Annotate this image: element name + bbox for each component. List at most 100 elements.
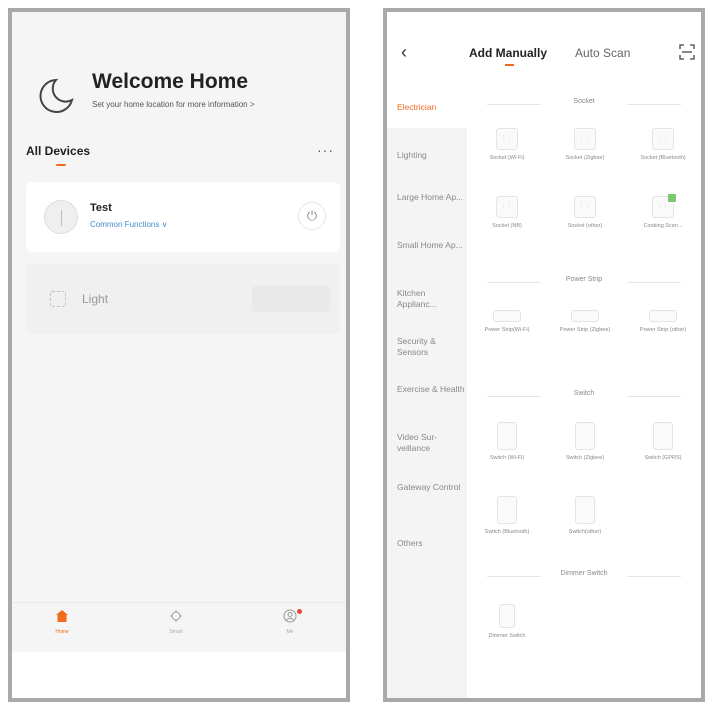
tab-label: Home — [55, 629, 69, 635]
common-functions-link[interactable]: Common Functions ∨ — [90, 220, 167, 229]
sidebar-item-electrician[interactable]: Electrician — [397, 102, 465, 113]
wall-switch-icon — [653, 422, 673, 450]
product-name: Switch (Zigbee) — [565, 455, 605, 461]
home-screen: Welcome Home Set your home location for … — [8, 8, 350, 702]
product-name: Switch (GPRS) — [644, 455, 682, 461]
product-name: Socket (other) — [567, 223, 603, 229]
wall-switch-icon — [497, 496, 517, 524]
product-list: Socket ⋮⋮ Socket (Wi-Fi) ⋮⋮ Socket (Zigb… — [467, 88, 701, 698]
scan-icon[interactable] — [679, 44, 695, 60]
device-name: Light — [82, 292, 109, 306]
product-name: Socket (Zigbee) — [565, 155, 605, 161]
product-switch-zigbee[interactable]: Switch (Zigbee) — [551, 422, 619, 462]
product-switch-wifi[interactable]: Switch (Wi-Fi) — [473, 422, 541, 462]
all-devices-header: All Devices ··· — [26, 142, 336, 166]
sidebar-item-video-surveillance[interactable]: Video Sur-veillance — [397, 432, 465, 454]
moon-icon — [39, 78, 74, 113]
sidebar-item-others[interactable]: Others — [397, 538, 465, 549]
product-name: Power Strip (Zigbee) — [559, 327, 611, 333]
dimmer-switch-icon — [499, 604, 515, 628]
add-device-topbar: ‹ Add Manually Auto Scan — [387, 38, 701, 78]
product-name: Switch(other) — [568, 529, 602, 535]
product-name: Power Strip (other) — [639, 327, 687, 333]
socket-icon: ⋮⋮ — [496, 128, 518, 150]
socket-icon: ⋮⋮ — [652, 128, 674, 150]
device-card-light[interactable]: Light — [26, 264, 340, 334]
product-name: Socket (Bluetooth) — [640, 155, 686, 161]
welcome-header: Welcome Home Set your home location for … — [34, 70, 334, 120]
socket-icon: ⋮⋮ — [496, 196, 518, 218]
sidebar-item-kitchen-appliances[interactable]: Kitchen Applianc... — [397, 288, 465, 310]
welcome-title: Welcome Home — [92, 70, 248, 93]
product-socket-wifi[interactable]: ⋮⋮ Socket (Wi-Fi) — [473, 128, 541, 162]
product-name: Socket (NB) — [492, 223, 522, 229]
sidebar-item-lighting[interactable]: Lighting — [397, 150, 465, 161]
product-dimmer-switch[interactable]: Dimmer Switch — [473, 604, 541, 640]
section-title-switch: Switch — [467, 390, 701, 402]
socket-icon: ⋮⋮ — [574, 196, 596, 218]
bottom-spacer — [12, 652, 346, 698]
product-name: Cooking Scen... — [643, 223, 683, 229]
new-badge-icon — [668, 194, 676, 202]
home-location-link[interactable]: Set your home location for more informat… — [92, 100, 255, 109]
product-name: Switch (Bluetooth) — [484, 529, 530, 535]
sidebar-item-large-home-appliances[interactable]: Large Home Ap... — [397, 192, 465, 203]
product-switch-other[interactable]: Switch(other) — [551, 496, 619, 536]
tab-label: Me — [286, 629, 294, 635]
active-tab-indicator — [505, 64, 514, 66]
product-socket-zigbee[interactable]: ⋮⋮ Socket (Zigbee) — [551, 128, 619, 162]
product-switch-gprs[interactable]: Switch (GPRS) — [629, 422, 697, 462]
bottom-tab-bar: Home Smart Me — [12, 602, 346, 652]
tab-label: Smart — [169, 629, 183, 635]
active-indicator — [56, 164, 66, 166]
socket-icon: ⋮⋮ — [574, 128, 596, 150]
section-title-dimmer-switch: Dimmer Switch — [467, 570, 701, 582]
wall-switch-icon — [575, 422, 595, 450]
home-icon — [56, 610, 68, 622]
product-power-strip-zigbee[interactable]: Power Strip (Zigbee) — [551, 310, 619, 334]
all-devices-title: All Devices — [26, 144, 91, 158]
smart-icon — [170, 610, 182, 622]
sidebar-item-security-sensors[interactable]: Security & Sensors — [397, 336, 465, 358]
product-name: Power Strip(Wi-Fi) — [484, 327, 530, 333]
sidebar-item-gateway-control[interactable]: Gateway Control — [397, 482, 465, 493]
sidebar-item-small-home-appliances[interactable]: Small Home Ap... — [397, 240, 465, 251]
product-name: Dimmer Switch — [488, 633, 526, 639]
device-status-pill — [252, 286, 330, 312]
tab-auto-scan[interactable]: Auto Scan — [575, 46, 630, 60]
light-device-icon — [50, 291, 66, 307]
product-name: Switch (Wi-Fi) — [489, 455, 525, 461]
product-power-strip-other[interactable]: Power Strip (other) — [629, 310, 697, 334]
switch-device-icon — [44, 200, 78, 234]
section-title-socket: Socket — [467, 98, 701, 110]
notification-dot — [297, 609, 302, 614]
product-socket-bluetooth[interactable]: ⋮⋮ Socket (Bluetooth) — [629, 128, 697, 162]
tab-smart[interactable]: Smart — [146, 609, 206, 635]
section-title-power-strip: Power Strip — [467, 276, 701, 288]
product-switch-bluetooth[interactable]: Switch (Bluetooth) — [473, 496, 541, 536]
wall-switch-icon — [575, 496, 595, 524]
device-name: Test — [90, 202, 112, 214]
wall-switch-icon — [497, 422, 517, 450]
tab-add-manually[interactable]: Add Manually — [469, 46, 547, 60]
power-icon: ⏻ — [306, 208, 318, 223]
more-options-button[interactable]: ··· — [317, 142, 334, 158]
category-sidebar: Electrician Lighting Large Home Ap... Sm… — [387, 88, 467, 698]
power-strip-icon — [493, 310, 521, 322]
tab-home[interactable]: Home — [32, 609, 92, 635]
product-name: Socket (Wi-Fi) — [489, 155, 525, 161]
power-button[interactable]: ⏻ — [298, 202, 326, 230]
product-power-strip-wifi[interactable]: Power Strip(Wi-Fi) — [473, 310, 541, 334]
power-strip-icon — [571, 310, 599, 322]
product-socket-other[interactable]: ⋮⋮ Socket (other) — [551, 196, 619, 230]
power-strip-icon — [649, 310, 677, 322]
add-device-screen: ‹ Add Manually Auto Scan Electrician Lig… — [383, 8, 705, 702]
product-socket-nb[interactable]: ⋮⋮ Socket (NB) — [473, 196, 541, 230]
user-icon — [283, 609, 297, 623]
tab-me[interactable]: Me — [260, 609, 320, 635]
device-card-test[interactable]: Test Common Functions ∨ ⏻ — [26, 182, 340, 252]
back-icon[interactable]: ‹ — [401, 42, 407, 63]
product-cooking-scene[interactable]: ⋮⋮ Cooking Scen... — [629, 194, 697, 230]
sidebar-item-exercise-health[interactable]: Exercise & Health — [397, 384, 465, 395]
socket-icon: ⋮⋮ — [652, 194, 676, 218]
